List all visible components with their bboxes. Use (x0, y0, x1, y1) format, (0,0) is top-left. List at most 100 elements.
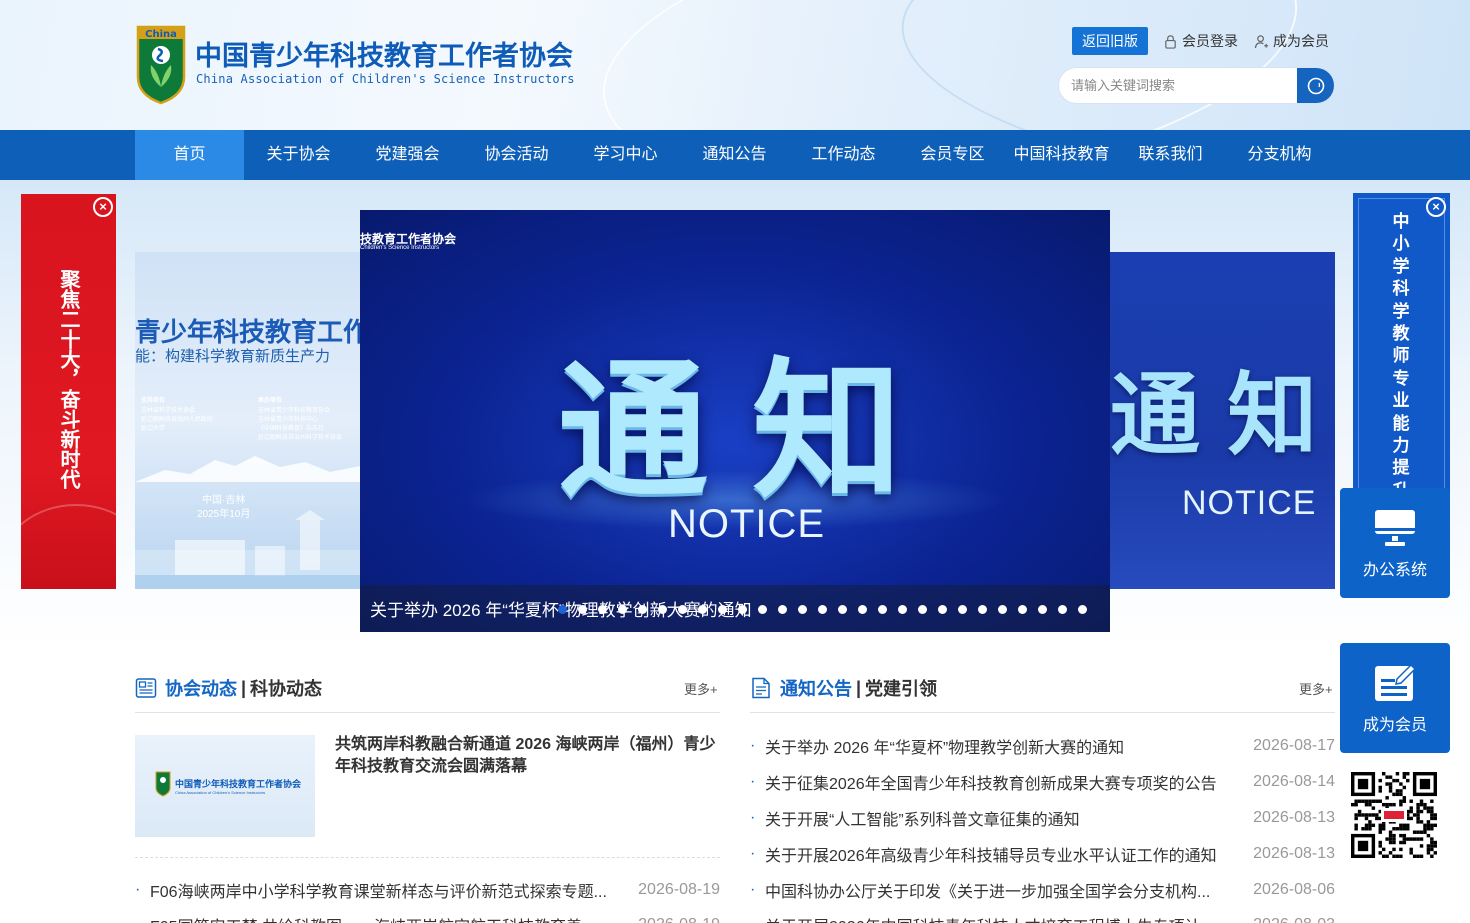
tab-association-news[interactable]: 协会动态 (165, 675, 237, 701)
nav-item-contact[interactable]: 联系我们 (1116, 130, 1225, 180)
thumbnail-title-cn: 中国青少年科技教育工作者协会 (175, 779, 302, 789)
carousel-dot[interactable] (698, 605, 707, 614)
carousel-dot[interactable] (598, 605, 607, 614)
list-item[interactable]: · 关于征集2026年全国青少年科技教育创新成果大赛专项奖的公告 2026-08… (750, 770, 1335, 794)
carousel-dot[interactable] (658, 605, 667, 614)
carousel-dot[interactable] (938, 605, 947, 614)
carousel-prev-slide[interactable]: 青少年科技教育工作 能：构建科学教育新质生产力 支持单位 吉林省科学技术协会 延… (135, 252, 360, 589)
logo-title-cn[interactable]: 中国青少年科技教育工作者协会 (195, 34, 573, 73)
become-member-tile[interactable]: 成为会员 (1340, 643, 1450, 753)
more-link[interactable]: 更多+ (684, 679, 718, 698)
news-date: 2026-08-13 (1253, 845, 1335, 862)
city-illustration (135, 510, 360, 589)
floating-banner-right[interactable]: 中小学科学教师专业能力提升 (1353, 193, 1450, 493)
news-title[interactable]: 关于开展2026年中国科技青年科技人才培育工程博士生专项计... (765, 913, 1214, 923)
carousel-dot[interactable] (1078, 605, 1087, 614)
list-item[interactable]: · F06海峡两岸中小学科学教育课堂新样态与评价新范式探索专题... 2026-… (135, 878, 720, 902)
carousel-dot[interactable] (678, 605, 687, 614)
carousel-dot[interactable] (778, 605, 787, 614)
carousel-dot[interactable] (758, 605, 767, 614)
search-icon (1307, 77, 1324, 94)
carousel-dot[interactable] (998, 605, 1007, 614)
office-system-button[interactable]: 办公系统 (1340, 488, 1450, 598)
nav-item-home[interactable]: 首页 (135, 130, 244, 180)
carousel-dot[interactable] (858, 605, 867, 614)
nav-item-activities[interactable]: 协会活动 (462, 130, 571, 180)
carousel-dot[interactable] (898, 605, 907, 614)
carousel-dot[interactable] (578, 605, 587, 614)
list-item[interactable]: · 关于开展2026年中国科技青年科技人才培育工程博士生专项计... 2026-… (750, 913, 1335, 923)
nav-item-work-news[interactable]: 工作动态 (789, 130, 898, 180)
slide-place-name: 中国·吉林 (202, 495, 246, 506)
tab-sci-assoc-news[interactable]: 科协动态 (250, 675, 322, 701)
slide-org-line: 延边朝鲜族自治州人民政府 (141, 417, 214, 423)
carousel-main-slide[interactable]: 技教育工作者协会 Children's Science Instructors … (360, 210, 1110, 632)
news-title[interactable]: 关于举办 2026 年“华夏杯”物理教学创新大赛的通知 (765, 734, 1124, 758)
logo-title-en: China Association of Children's Science … (196, 72, 575, 86)
news-title[interactable]: 中国科协办公厅关于印发《关于进一步加强全国学会分支机构... (765, 878, 1210, 902)
news-title[interactable]: F05同筑安工梦 共绘科教图——海峡两岸航空航天科技教育善... (150, 913, 595, 923)
lock-icon (1165, 34, 1176, 49)
banner-right-text: 中小学科学教师专业能力提升 (1392, 212, 1410, 493)
carousel-dot[interactable] (838, 605, 847, 614)
nav-item-party-building[interactable]: 党建强会 (353, 130, 462, 180)
office-system-label: 办公系统 (1362, 562, 1427, 579)
carousel-dot[interactable] (1058, 605, 1067, 614)
become-member-link[interactable]: 成为会员 (1254, 31, 1329, 51)
close-icon[interactable]: × (1426, 197, 1446, 217)
nav-item-china-sci-edu[interactable]: 中国科技教育 (1007, 130, 1116, 180)
list-item[interactable]: · F05同筑安工梦 共绘科教图——海峡两岸航空航天科技教育善... 2026-… (135, 913, 720, 923)
tab-party-guidance[interactable]: 党建引领 (865, 675, 937, 701)
tab-notices[interactable]: 通知公告 (780, 675, 852, 701)
slide-brand-en: Children's Science Instructors (360, 245, 440, 251)
bullet: · (750, 917, 765, 923)
news-title[interactable]: 关于征集2026年全国青少年科技教育创新成果大赛专项奖的公告 (765, 770, 1217, 794)
slide-big-text: 通 知 (1110, 363, 1317, 468)
member-login-link[interactable]: 会员登录 (1163, 31, 1238, 51)
nav-item-notices[interactable]: 通知公告 (680, 130, 789, 180)
close-icon[interactable]: × (93, 197, 113, 217)
more-link[interactable]: 更多+ (1299, 679, 1333, 698)
carousel-dot[interactable] (958, 605, 967, 614)
list-item[interactable]: · 关于开展“人工智能”系列科普文章征集的通知 2026-08-13 (750, 806, 1335, 830)
floating-banner-left[interactable]: 聚焦二十大，奋斗新时代 (21, 194, 116, 589)
slide-org-line: 吉林省青少年科技教育协会 (258, 408, 331, 414)
feature-thumbnail[interactable]: 中国青少年科技教育工作者协会 China Association of Chil… (135, 735, 315, 837)
carousel-dot[interactable] (878, 605, 887, 614)
news-title[interactable]: 关于开展2026年高级青少年科技辅导员专业水平认证工作的通知 (765, 842, 1217, 866)
slide-notice-text: NOTICE (1182, 484, 1317, 522)
nav-item-branches[interactable]: 分支机构 (1225, 130, 1334, 180)
document-icon (752, 677, 770, 699)
carousel-dot[interactable] (1038, 605, 1047, 614)
news-title[interactable]: F06海峡两岸中小学科学教育课堂新样态与评价新范式探索专题... (150, 878, 607, 902)
carousel-dot[interactable] (978, 605, 987, 614)
list-item[interactable]: · 关于举办 2026 年“华夏杯”物理教学创新大赛的通知 2026-08-17 (750, 734, 1335, 758)
slide-org-heading: 支持单位 (141, 398, 166, 404)
carousel-next-slide[interactable]: 通 知 NOTICE (1110, 252, 1335, 589)
old-version-button[interactable]: 返回旧版 (1072, 27, 1148, 55)
carousel-dot[interactable] (798, 605, 807, 614)
search-button[interactable] (1297, 68, 1334, 103)
feature-news-title[interactable]: 共筑两岸科教融合新通道 2026 海峡两岸（福州）青少年科技教育交流会圆满落幕 (335, 734, 720, 778)
section-left-header: 协会动态 | 科协动态 (135, 673, 322, 703)
carousel-dot[interactable] (818, 605, 827, 614)
nav-item-member-zone[interactable]: 会员专区 (898, 130, 1007, 180)
news-title[interactable]: 关于开展“人工智能”系列科普文章征集的通知 (765, 806, 1080, 830)
carousel-caption-bar: 关于举办 2026 年“华夏杯”物理教学创新大赛的通知 (360, 585, 1110, 632)
qr-code (1351, 772, 1437, 858)
list-item[interactable]: · 关于开展2026年高级青少年科技辅导员专业水平认证工作的通知 2026-08… (750, 842, 1335, 866)
list-item[interactable]: · 中国科协办公厅关于印发《关于进一步加强全国学会分支机构... 2026-08… (750, 878, 1335, 902)
carousel-dot[interactable] (618, 605, 627, 614)
nav-item-about[interactable]: 关于协会 (244, 130, 353, 180)
carousel-dot[interactable] (1018, 605, 1027, 614)
carousel-dot[interactable] (718, 605, 727, 614)
carousel-dot[interactable] (738, 605, 747, 614)
search-input[interactable] (1059, 68, 1299, 103)
slide-subtitle: 能：构建科学教育新质生产力 (135, 348, 331, 365)
nav-item-learning-center[interactable]: 学习中心 (571, 130, 680, 180)
slide-org-line: 延边朝鲜族自治州科学技术协会 (258, 435, 343, 441)
carousel-dot[interactable] (558, 605, 567, 614)
carousel-dot[interactable] (638, 605, 647, 614)
logo-emblem-icon[interactable]: China (135, 25, 187, 105)
carousel-dot[interactable] (918, 605, 927, 614)
